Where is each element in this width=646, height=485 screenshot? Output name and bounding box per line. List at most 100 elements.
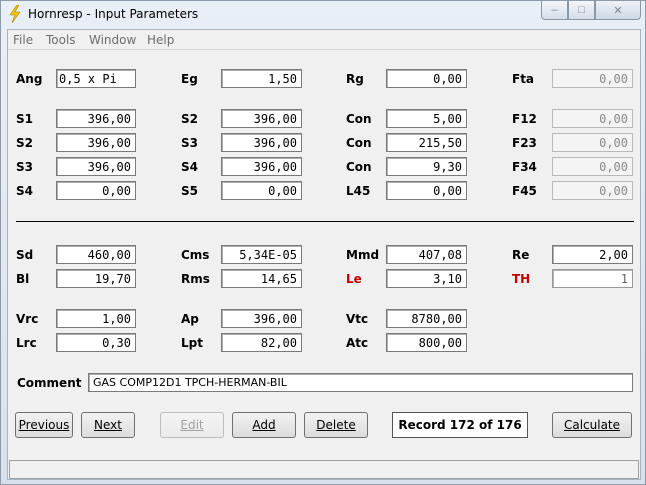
field-l45[interactable]: 0,00 <box>386 181 467 200</box>
previous-button[interactable]: Previous <box>15 412 73 438</box>
field-lrc[interactable]: 0,30 <box>56 333 136 352</box>
label-con-2: Con <box>346 136 372 150</box>
previous-button-label: Previous <box>18 418 70 432</box>
menu-help[interactable]: Help <box>147 33 174 47</box>
field-f45: 0,00 <box>552 181 633 200</box>
edit-button-label: Edit <box>180 418 204 432</box>
close-button[interactable]: ✕ <box>595 1 641 20</box>
field-fta: 0,00 <box>552 69 633 88</box>
label-l45: L45 <box>346 184 371 198</box>
next-button-label: Next <box>94 418 122 432</box>
label-th: TH <box>512 272 531 286</box>
label-con-3: Con <box>346 160 372 174</box>
label-lrc: Lrc <box>16 336 37 350</box>
label-s3-b: S3 <box>16 160 33 174</box>
label-ang: Ang <box>16 72 43 86</box>
field-ap[interactable]: 396,00 <box>221 309 302 328</box>
add-button[interactable]: Add <box>232 412 296 438</box>
client-area: File Tools Window Help Ang 0,5 x Pi Eg 1… <box>7 29 641 480</box>
label-fta: Fta <box>512 72 535 86</box>
label-re: Re <box>512 248 530 262</box>
section-divider <box>16 221 634 222</box>
label-s2-b: S2 <box>16 136 33 150</box>
label-s3: S3 <box>181 136 198 150</box>
field-con-1[interactable]: 5,00 <box>386 109 467 128</box>
menu-tools[interactable]: Tools <box>46 33 76 47</box>
title-bar[interactable]: Hornresp - Input Parameters – □ ✕ <box>1 1 645 27</box>
field-con-2[interactable]: 215,50 <box>386 133 467 152</box>
field-rg[interactable]: 0,00 <box>386 69 467 88</box>
close-icon: ✕ <box>613 4 623 17</box>
add-button-label: Add <box>252 418 276 432</box>
label-rg: Rg <box>346 72 364 86</box>
label-f23: F23 <box>512 136 537 150</box>
field-s3[interactable]: 396,00 <box>221 133 302 152</box>
label-f45: F45 <box>512 184 537 198</box>
next-button[interactable]: Next <box>81 412 135 438</box>
delete-button[interactable]: Delete <box>304 412 368 438</box>
field-s1[interactable]: 396,00 <box>56 109 136 128</box>
maximize-icon: □ <box>578 4 585 16</box>
field-bl[interactable]: 19,70 <box>56 269 136 288</box>
field-mmd[interactable]: 407,08 <box>386 245 467 264</box>
label-le: Le <box>346 272 362 286</box>
label-cms: Cms <box>181 248 210 262</box>
label-comment: Comment <box>17 376 82 390</box>
field-cms[interactable]: 5,34E-05 <box>221 245 302 264</box>
field-s5[interactable]: 0,00 <box>221 181 302 200</box>
hornresp-window: Hornresp - Input Parameters – □ ✕ File T… <box>0 0 646 485</box>
field-le[interactable]: 3,10 <box>386 269 467 288</box>
calculate-button[interactable]: Calculate <box>552 412 632 438</box>
field-ang[interactable]: 0,5 x Pi <box>56 69 136 88</box>
record-status-text: Record 172 of 176 <box>398 418 522 432</box>
window-title: Hornresp - Input Parameters <box>28 7 199 21</box>
field-s4[interactable]: 396,00 <box>221 157 302 176</box>
menu-file[interactable]: File <box>13 33 33 47</box>
field-lpt[interactable]: 82,00 <box>221 333 302 352</box>
label-f12: F12 <box>512 112 537 126</box>
field-vrc[interactable]: 1,00 <box>56 309 136 328</box>
comment-field[interactable]: GAS COMP12D1 TPCH-HERMAN-BIL <box>88 373 633 392</box>
label-eg: Eg <box>181 72 198 86</box>
label-sd: Sd <box>16 248 34 262</box>
label-s5: S5 <box>181 184 198 198</box>
field-s4-b[interactable]: 0,00 <box>56 181 136 200</box>
field-s3-b[interactable]: 396,00 <box>56 157 136 176</box>
field-f12: 0,00 <box>552 109 633 128</box>
maximize-button[interactable]: □ <box>568 1 595 20</box>
label-lpt: Lpt <box>181 336 203 350</box>
field-s2-b[interactable]: 396,00 <box>56 133 136 152</box>
minimize-icon: – <box>551 4 558 16</box>
caption-buttons: – □ ✕ <box>541 1 641 21</box>
field-re[interactable]: 2,00 <box>552 245 633 264</box>
menu-window[interactable]: Window <box>89 33 136 47</box>
field-sd[interactable]: 460,00 <box>56 245 136 264</box>
label-vrc: Vrc <box>16 312 39 326</box>
field-con-3[interactable]: 9,30 <box>386 157 467 176</box>
field-atc[interactable]: 800,00 <box>386 333 467 352</box>
record-status: Record 172 of 176 <box>392 412 528 438</box>
label-con-1: Con <box>346 112 372 126</box>
field-rms[interactable]: 14,65 <box>221 269 302 288</box>
field-f23: 0,00 <box>552 133 633 152</box>
label-s2: S2 <box>181 112 198 126</box>
field-eg[interactable]: 1,50 <box>221 69 302 88</box>
field-th[interactable]: 1 <box>552 269 633 288</box>
label-f34: F34 <box>512 160 537 174</box>
label-mmd: Mmd <box>346 248 380 262</box>
label-s4-b: S4 <box>16 184 33 198</box>
edit-button: Edit <box>160 412 224 438</box>
calculate-button-label: Calculate <box>563 418 621 432</box>
label-ap: Ap <box>181 312 199 326</box>
label-s4: S4 <box>181 160 198 174</box>
field-f34: 0,00 <box>552 157 633 176</box>
label-vtc: Vtc <box>346 312 369 326</box>
minimize-button[interactable]: – <box>541 1 568 20</box>
lightning-app-icon <box>9 5 21 23</box>
field-vtc[interactable]: 8780,00 <box>386 309 467 328</box>
field-s2[interactable]: 396,00 <box>221 109 302 128</box>
label-s1: S1 <box>16 112 33 126</box>
label-atc: Atc <box>346 336 369 350</box>
status-bar <box>9 460 639 479</box>
delete-button-label: Delete <box>316 418 356 432</box>
